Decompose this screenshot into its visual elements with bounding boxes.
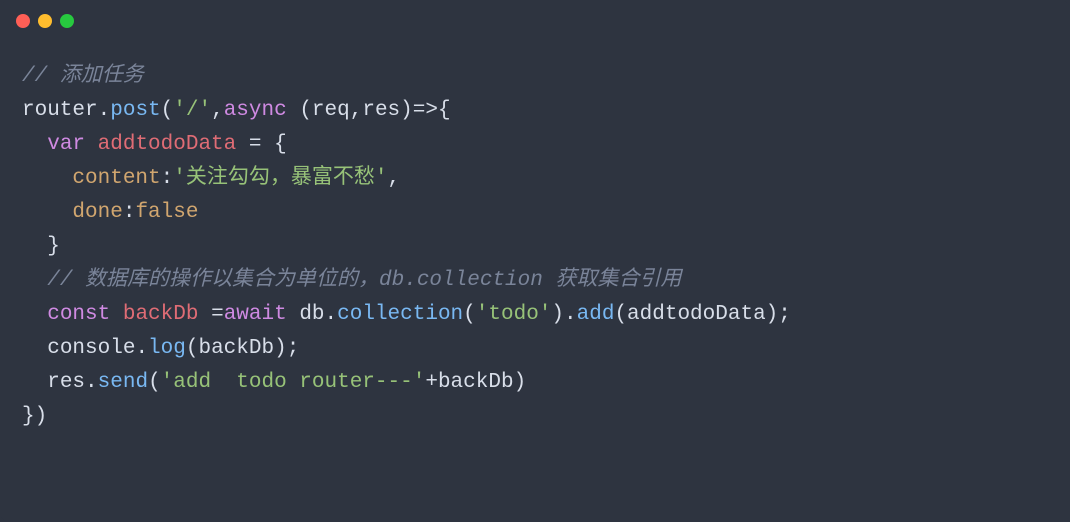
colon: :	[123, 201, 136, 224]
route-string: '/'	[173, 99, 211, 122]
var-ref: addtodoData	[627, 303, 766, 326]
false-literal: false	[135, 201, 198, 224]
dot: .	[564, 303, 577, 326]
dot: .	[85, 371, 98, 394]
space	[287, 99, 300, 122]
comma: ,	[211, 99, 224, 122]
close-brace-paren: })	[22, 405, 47, 428]
paren: (	[148, 371, 161, 394]
comma: ,	[387, 167, 400, 190]
var-name: addtodoData	[98, 133, 237, 156]
paren-semi: );	[274, 337, 299, 360]
todo-string: 'todo'	[476, 303, 552, 326]
paren-semi: );	[766, 303, 791, 326]
var-ref: backDb	[438, 371, 514, 394]
plus: +	[425, 371, 438, 394]
space	[287, 303, 300, 326]
close-icon[interactable]	[16, 14, 30, 28]
add-method: add	[577, 303, 615, 326]
code-editor[interactable]: // 添加任务 router.post('/',async (req,res)=…	[22, 60, 1048, 434]
dot: .	[135, 337, 148, 360]
comma: ,	[350, 99, 363, 122]
dot: .	[98, 99, 111, 122]
paren: (	[186, 337, 199, 360]
paren: (	[614, 303, 627, 326]
send-method: send	[98, 371, 148, 394]
const-keyword: const	[47, 303, 110, 326]
paren: (	[161, 99, 174, 122]
content-key: content	[72, 167, 160, 190]
equals: =	[198, 303, 223, 326]
console-object: console	[47, 337, 135, 360]
content-string: '关注勾勾，暴富不愁'	[173, 167, 387, 190]
await-keyword: await	[224, 303, 287, 326]
window-controls	[16, 14, 74, 28]
zoom-icon[interactable]	[60, 14, 74, 28]
dot: .	[325, 303, 338, 326]
paren: )	[514, 371, 527, 394]
async-keyword: async	[224, 99, 287, 122]
req-param: req	[312, 99, 350, 122]
paren: (	[299, 99, 312, 122]
done-key: done	[72, 201, 122, 224]
code-window: // 添加任务 router.post('/',async (req,res)=…	[0, 0, 1070, 522]
brace: }	[47, 235, 60, 258]
equals: =	[236, 133, 274, 156]
comment-line: // 数据库的操作以集合为单位的，db.collection 获取集合引用	[47, 269, 681, 292]
var-name: backDb	[123, 303, 199, 326]
colon: :	[161, 167, 174, 190]
router-object: router	[22, 99, 98, 122]
log-method: log	[148, 337, 186, 360]
collection-method: collection	[337, 303, 463, 326]
paren: )	[551, 303, 564, 326]
var-ref: backDb	[198, 337, 274, 360]
brace: {	[274, 133, 287, 156]
paren: )	[400, 99, 413, 122]
comment-line: // 添加任务	[22, 65, 144, 88]
post-method: post	[110, 99, 160, 122]
res-param: res	[362, 99, 400, 122]
db-object: db	[299, 303, 324, 326]
paren: (	[463, 303, 476, 326]
res-object: res	[47, 371, 85, 394]
send-string: 'add todo router---'	[161, 371, 426, 394]
var-keyword: var	[47, 133, 85, 156]
minimize-icon[interactable]	[38, 14, 52, 28]
arrow-brace: =>{	[413, 99, 451, 122]
